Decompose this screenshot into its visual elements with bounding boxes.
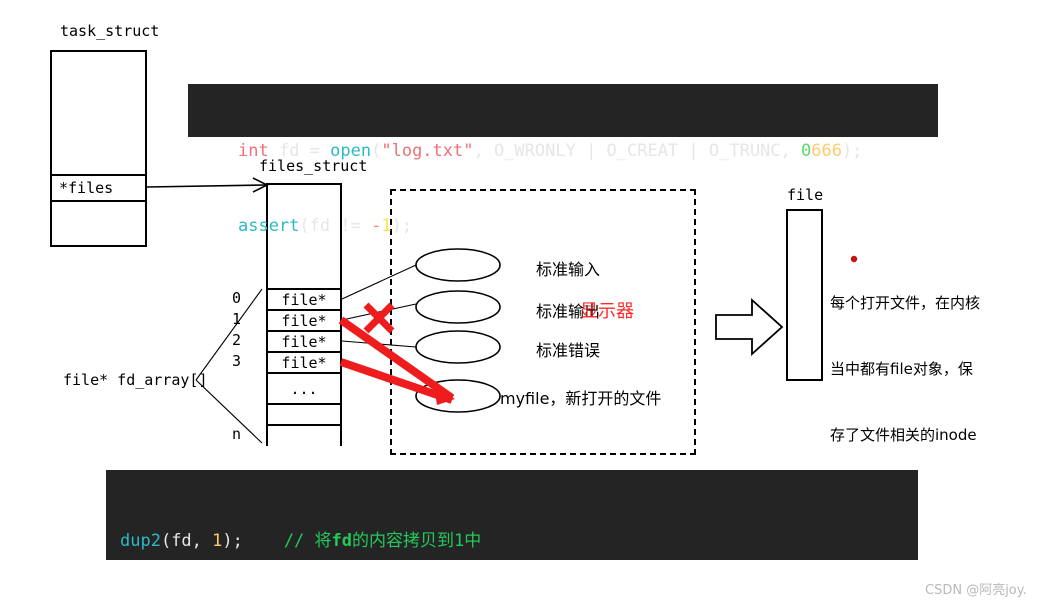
code-block-dup2: dup2(fd, 1); // 将fd的内容拷贝到1中 printf("open… xyxy=(106,470,918,560)
token-int: int xyxy=(238,141,269,161)
fd-cell-0: file* xyxy=(268,290,340,311)
token-mode-zero: 0 xyxy=(801,141,812,161)
token-dup2-args: (fd, xyxy=(160,531,213,551)
block-arrow-to-file-object xyxy=(715,297,784,357)
fd-index-n: n xyxy=(232,425,242,443)
token-assert-end: ); xyxy=(391,216,413,236)
token-logtxt-string: "log.txt" xyxy=(381,141,474,161)
task-struct-files-row: *files xyxy=(52,176,145,202)
token-dup2-end: ); xyxy=(222,531,284,551)
red-x-stroke-1 xyxy=(363,302,395,334)
fd-array-brace-top xyxy=(195,288,263,381)
token-dup2: dup2 xyxy=(120,531,161,551)
red-x-stroke-2 xyxy=(363,302,395,334)
comment-dup2-fd: fd xyxy=(331,531,353,551)
token-fd-decl: fd xyxy=(268,141,310,161)
fd-array-brace-bottom xyxy=(195,379,263,444)
file-note-line-1: 每个打开文件，在内核 xyxy=(830,294,981,312)
task-struct-cell-bottom xyxy=(52,202,145,245)
token-assert: assert xyxy=(238,216,300,236)
fd-index-2: 2 xyxy=(232,331,242,349)
fd-index-0: 0 xyxy=(232,289,242,307)
token-flags: , O_WRONLY | O_CREAT | O_TRUNC, xyxy=(473,141,801,161)
comment-dup2-a: // 将 xyxy=(283,531,332,551)
descriptor-label-stderr: 标准错误 xyxy=(536,341,601,360)
token-mode-666: 666 xyxy=(811,141,842,161)
token-paren-open: ( xyxy=(371,141,382,161)
token-assert-args: (fd != xyxy=(299,216,372,236)
token-assign: = xyxy=(309,141,331,161)
fd-cell-2: file* xyxy=(268,332,340,353)
task-struct-cell-top xyxy=(52,52,145,176)
fd-cell-3: file* xyxy=(268,353,340,374)
fd-cell-n xyxy=(268,426,340,446)
token-minus: - xyxy=(371,216,382,236)
token-dup2-one: 1 xyxy=(212,531,223,551)
watermark: CSDN @阿亮joy. xyxy=(925,583,1027,598)
comment-dup2-b: 的内容拷贝到1中 xyxy=(352,531,482,551)
code-line-open-2: assert(fd != -1); xyxy=(238,214,938,239)
token-close-paren: ); xyxy=(841,141,863,161)
fd-array-label: file* fd_array[] xyxy=(63,371,208,389)
code-block-open: int fd = open("log.txt", O_WRONLY | O_CR… xyxy=(188,84,938,236)
fd-cell-1: file* xyxy=(268,311,340,332)
token-open: open xyxy=(330,141,372,161)
task-struct-box: *files xyxy=(50,50,147,247)
token-one: 1 xyxy=(381,216,392,236)
file-note-line-2: 当中都有file对象，保 xyxy=(830,360,973,378)
fd-cell-5 xyxy=(268,405,340,426)
code-line-dup2-1: dup2(fd, 1); // 将fd的内容拷贝到1中 xyxy=(120,529,918,554)
code-line-open-1: int fd = open("log.txt", O_WRONLY | O_CR… xyxy=(238,139,938,164)
task-struct-title: task_struct xyxy=(60,22,160,40)
fd-cell-ellipsis: ... xyxy=(268,374,340,405)
descriptor-label-myfile: myfile，新打开的文件 xyxy=(500,389,662,408)
fd-index-3: 3 xyxy=(232,352,242,370)
file-note-line-3: 存了文件相关的inode xyxy=(830,426,977,444)
fd-index-1: 1 xyxy=(232,310,242,328)
descriptor-label-stdout-monitor: 显示器 xyxy=(580,301,634,322)
diagram-canvas: task_struct *files files_struct file* fi… xyxy=(0,0,1061,603)
